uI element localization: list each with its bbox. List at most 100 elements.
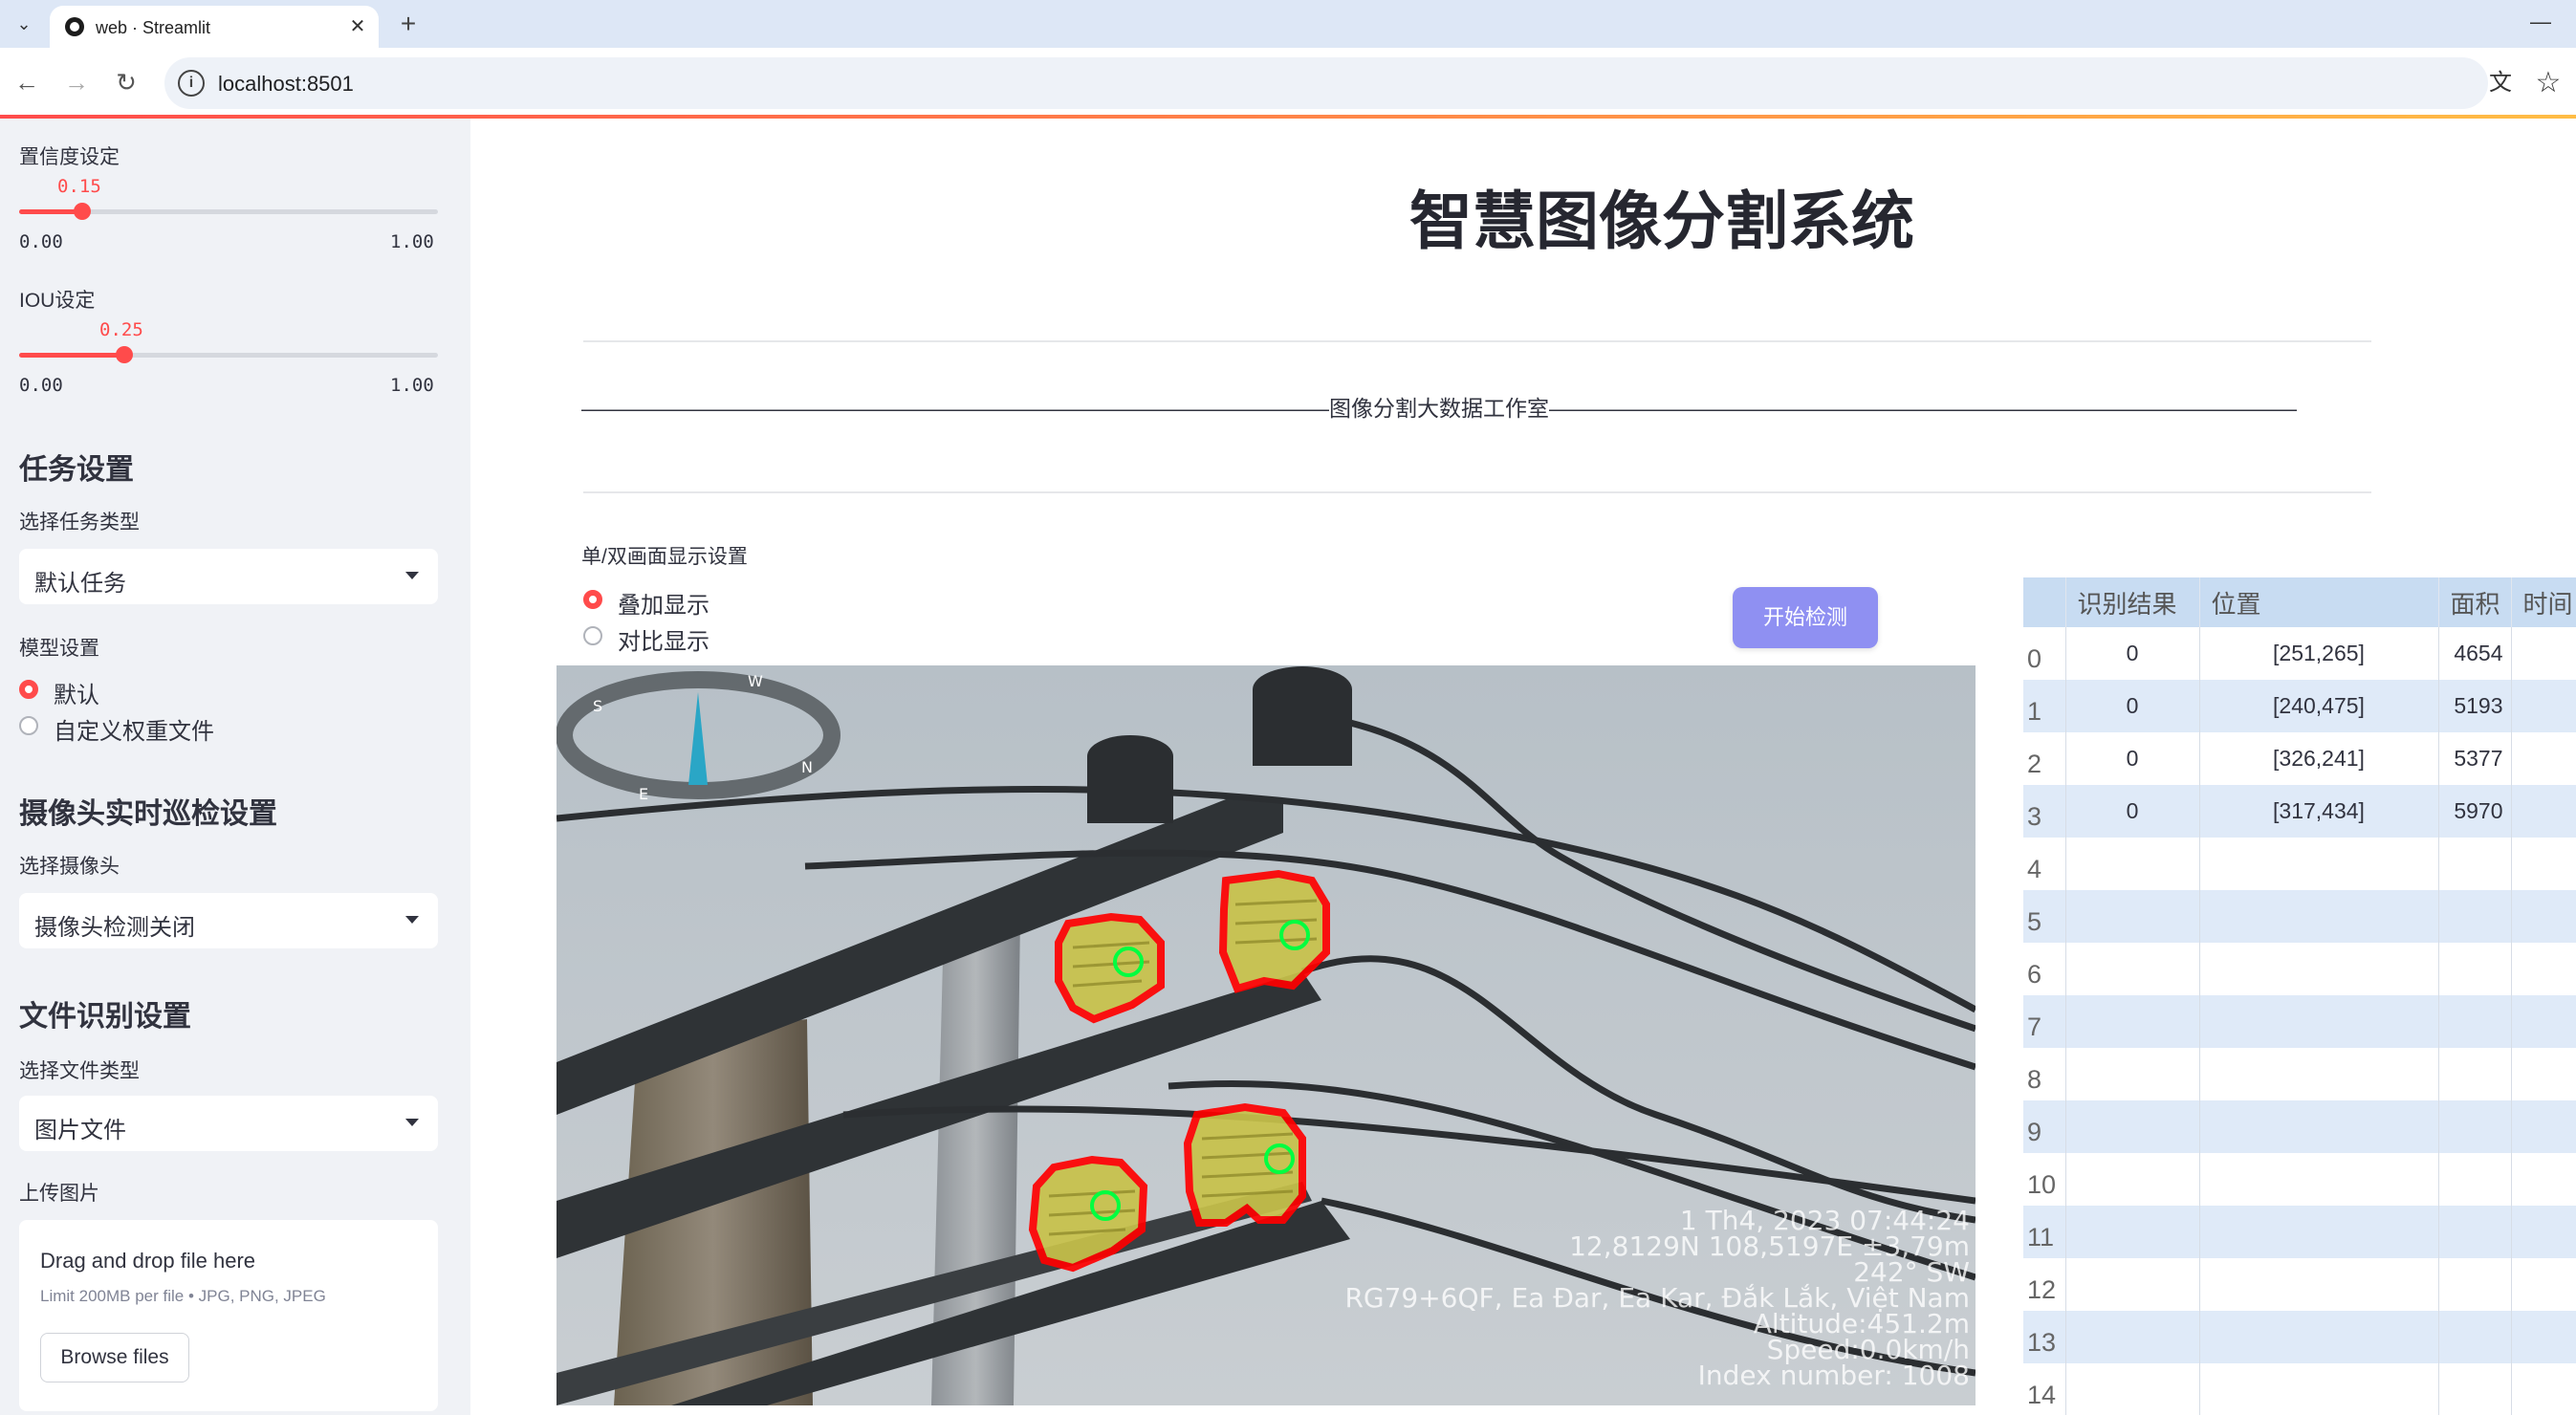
file-type-label: 选择文件类型: [19, 1060, 140, 1082]
time-cell: [2511, 1153, 2576, 1206]
area-cell: [2438, 1100, 2512, 1153]
position-cell: [2199, 1363, 2439, 1415]
time-cell: 0.01: [2511, 732, 2576, 785]
back-arrow-icon[interactable]: ←: [8, 63, 46, 101]
iou-slider-fill: [19, 353, 124, 358]
table-row[interactable]: 7: [2023, 995, 2576, 1048]
time-cell: [2511, 1206, 2576, 1258]
task-type-select[interactable]: 默认任务: [19, 549, 438, 604]
iou-value: 0.25: [99, 319, 143, 340]
row-index: 12: [2023, 1258, 2066, 1311]
table-row[interactable]: 10: [2023, 1153, 2576, 1206]
row-index: 7: [2023, 995, 2066, 1048]
task-type-label: 选择任务类型: [19, 512, 140, 533]
column-header-position[interactable]: 位置: [2199, 577, 2439, 627]
position-cell: [2199, 943, 2439, 995]
position-cell: [2199, 890, 2439, 943]
result-cell: [2065, 1311, 2200, 1363]
result-cell: [2065, 1153, 2200, 1206]
confidence-min: 0.00: [19, 231, 63, 252]
divider: [583, 340, 2371, 342]
position-cell: [240,475]: [2199, 680, 2439, 732]
window-minimize-icon[interactable]: —: [2524, 6, 2557, 38]
table-row[interactable]: 13: [2023, 1311, 2576, 1363]
table-row[interactable]: 10[240,475]51930.04: [2023, 680, 2576, 732]
area-cell: [2438, 890, 2512, 943]
time-cell: [2511, 1311, 2576, 1363]
area-cell: 5377: [2438, 732, 2512, 785]
results-table[interactable]: 识别结果 位置 面积 时间 00[251,265]46540.0510[240,…: [2023, 577, 2576, 1415]
confidence-slider-thumb[interactable]: [73, 203, 91, 220]
sidebar: 置信度设定 0.15 0.00 1.00 IOU设定 0.25 0.00 1.0…: [0, 119, 470, 1415]
bookmark-star-icon[interactable]: ☆: [2532, 67, 2565, 99]
upload-label: 上传图片: [19, 1183, 99, 1205]
compass-letter: N: [801, 758, 813, 776]
time-cell: [2511, 1100, 2576, 1153]
browser-tab[interactable]: web · Streamlit ✕: [50, 6, 379, 48]
position-cell: [2199, 995, 2439, 1048]
table-row[interactable]: 9: [2023, 1100, 2576, 1153]
tab-search-chevron-icon[interactable]: ⌄: [10, 10, 38, 38]
camera-select[interactable]: 摄像头检测关闭: [19, 893, 438, 948]
segmentation-result-image: S W N E 1 Th4, 2023 07:44:24 12,8129N 10…: [557, 665, 1976, 1405]
radio-unselected-icon[interactable]: [19, 716, 38, 735]
banner-text: ——————————————————————————————————图像分割大数…: [581, 396, 2297, 421]
radio-unselected-icon[interactable]: [583, 626, 602, 645]
area-cell: [2438, 1311, 2512, 1363]
area-cell: [2438, 838, 2512, 890]
iou-slider[interactable]: [19, 346, 438, 363]
display-option-label: 对比显示: [618, 629, 709, 655]
table-row[interactable]: 6: [2023, 943, 2576, 995]
new-tab-plus-icon[interactable]: +: [392, 8, 425, 40]
site-info-icon[interactable]: i: [178, 70, 205, 97]
time-cell: [2511, 1048, 2576, 1100]
column-header-time[interactable]: 时间: [2511, 577, 2576, 627]
table-row[interactable]: 00[251,265]46540.05: [2023, 627, 2576, 680]
result-cell: [2065, 1206, 2200, 1258]
area-cell: [2438, 943, 2512, 995]
table-row[interactable]: 30[317,434]59700.04: [2023, 785, 2576, 838]
start-detection-button[interactable]: 开始检测: [1733, 587, 1878, 648]
table-row[interactable]: 12: [2023, 1258, 2576, 1311]
task-heading: 任务设置: [19, 454, 134, 486]
table-row[interactable]: 20[326,241]53770.01: [2023, 732, 2576, 785]
area-cell: 4654: [2438, 627, 2512, 680]
time-cell: 0.04: [2511, 785, 2576, 838]
time-cell: 0.05: [2511, 627, 2576, 680]
file-type-select[interactable]: 图片文件: [19, 1096, 438, 1151]
radio-selected-icon[interactable]: [583, 590, 602, 609]
radio-selected-icon[interactable]: [19, 680, 38, 699]
file-dropzone[interactable]: Drag and drop file here Limit 200MB per …: [19, 1220, 438, 1411]
column-header-index[interactable]: [2023, 577, 2066, 627]
table-row[interactable]: 11: [2023, 1206, 2576, 1258]
result-cell: [2065, 1100, 2200, 1153]
camera-value: 摄像头检测关闭: [34, 915, 195, 941]
table-row[interactable]: 14: [2023, 1363, 2576, 1415]
compass-letter: E: [639, 785, 648, 803]
column-header-area[interactable]: 面积: [2438, 577, 2512, 627]
confidence-slider[interactable]: [19, 203, 438, 220]
position-cell: [326,241]: [2199, 732, 2439, 785]
url-text[interactable]: localhost:8501: [218, 72, 354, 97]
forward-arrow-icon[interactable]: →: [57, 63, 96, 101]
column-header-result[interactable]: 识别结果: [2065, 577, 2200, 627]
table-row[interactable]: 4: [2023, 838, 2576, 890]
result-cell: [2065, 890, 2200, 943]
row-index: 14: [2023, 1363, 2066, 1415]
chevron-down-icon: [405, 1119, 419, 1126]
table-row[interactable]: 8: [2023, 1048, 2576, 1100]
result-cell: [2065, 1258, 2200, 1311]
address-bar[interactable]: i localhost:8501: [164, 57, 2488, 109]
browser-toolbar: ← → ↻ i localhost:8501 文 ☆: [0, 48, 2576, 119]
result-cell: [2065, 943, 2200, 995]
reload-icon[interactable]: ↻: [107, 63, 145, 101]
iou-label: IOU设定: [19, 290, 96, 312]
table-row[interactable]: 5: [2023, 890, 2576, 943]
chevron-down-icon: [405, 916, 419, 924]
overlay-line: Index number: 1008: [1698, 1360, 1970, 1391]
iou-slider-thumb[interactable]: [115, 346, 133, 363]
position-cell: [251,265]: [2199, 627, 2439, 680]
browse-files-button[interactable]: Browse files: [40, 1333, 189, 1382]
translate-icon[interactable]: 文: [2486, 69, 2515, 98]
tab-close-icon[interactable]: ✕: [344, 13, 371, 40]
